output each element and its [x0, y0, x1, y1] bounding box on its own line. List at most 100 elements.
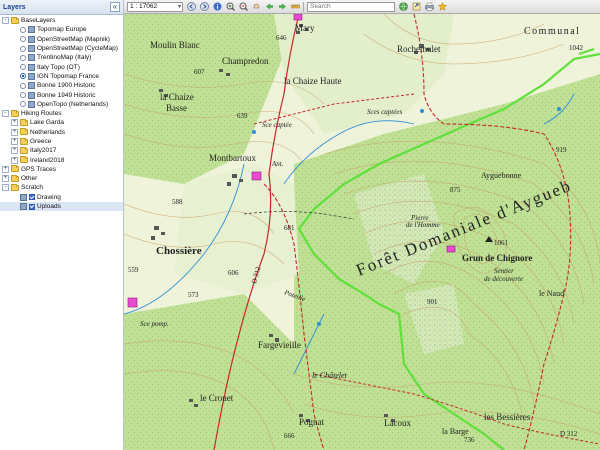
- poi-marker-north[interactable]: [293, 14, 303, 21]
- search-input[interactable]: [307, 1, 395, 12]
- bookmark-star-icon[interactable]: [437, 2, 447, 12]
- map-layer-icon: [28, 82, 35, 90]
- layer-tree-row[interactable]: Topomap Europe: [0, 25, 123, 34]
- layer-radio[interactable]: [20, 36, 26, 43]
- pan-icon[interactable]: [251, 2, 261, 12]
- layer-label: GPS Traces: [21, 165, 57, 173]
- layer-radio[interactable]: [20, 82, 26, 89]
- layer-tree: - BaseLayers Topomap Europe OpenStreetMap (…: [0, 15, 123, 212]
- spot-height: 607: [194, 68, 205, 76]
- label-moulin-blanc: Moulin Blanc: [150, 40, 200, 50]
- panel-title: Layers: [3, 3, 26, 11]
- layer-radio[interactable]: [20, 73, 26, 80]
- export-icon[interactable]: [411, 2, 421, 12]
- folder-icon: [11, 109, 19, 117]
- expand-toggle-icon[interactable]: +: [11, 119, 18, 127]
- layer-tree-row[interactable]: OpenTopo (Netherlands): [0, 100, 123, 109]
- layer-tree-row[interactable]: Drawing: [0, 193, 123, 202]
- layer-tree-row[interactable]: + Italy2017: [0, 146, 123, 155]
- layer-tree-row[interactable]: - BaseLayers: [0, 16, 123, 25]
- print-icon[interactable]: [424, 2, 434, 12]
- expand-toggle-icon[interactable]: +: [11, 147, 18, 155]
- layer-tree-row[interactable]: TrentinoMap (Italy): [0, 53, 123, 62]
- layer-tree-row[interactable]: + Lake Garda: [0, 118, 123, 127]
- vector-layer-icon: [20, 193, 27, 201]
- topo-map[interactable]: Mary Rochemulet Communal Moulin Blanc Ch…: [124, 14, 600, 450]
- map-canvas[interactable]: Mary Rochemulet Communal Moulin Blanc Ch…: [124, 14, 600, 450]
- forward-icon[interactable]: [277, 2, 287, 12]
- layer-radio[interactable]: [20, 26, 26, 33]
- spot-height: 606: [228, 269, 239, 277]
- scale-select[interactable]: 1 : 17062: [127, 1, 183, 12]
- layer-checkbox[interactable]: [29, 203, 35, 210]
- layer-label: BaseLayers: [21, 17, 56, 25]
- layer-tree-row[interactable]: Uploads: [0, 201, 123, 212]
- folder-icon: [20, 146, 28, 154]
- zoom-in-icon[interactable]: [225, 2, 235, 12]
- label-montbartoux: Montbartoux: [209, 153, 256, 163]
- collapse-toggle-icon[interactable]: -: [2, 110, 9, 118]
- label-communal: Communal: [524, 26, 580, 37]
- prev-icon[interactable]: [186, 2, 196, 12]
- layer-label: Italy Topo (OT): [37, 63, 80, 71]
- layer-label: Greece: [30, 138, 52, 145]
- layer-radio[interactable]: [20, 64, 26, 71]
- spot-height: 646: [276, 34, 287, 42]
- spot-height: 1042: [569, 44, 584, 52]
- layer-radio[interactable]: [20, 101, 26, 108]
- info-icon[interactable]: [212, 2, 222, 12]
- spring-marker: [420, 109, 424, 113]
- folder-icon: [11, 174, 19, 182]
- layer-tree-row[interactable]: OpenStreetMap (CycleMap): [0, 44, 123, 53]
- layer-label: OpenStreetMap (Mapnik): [37, 35, 110, 43]
- poi-marker-montbartoux[interactable]: [251, 171, 262, 181]
- label-chossiere: Chossière: [156, 245, 202, 257]
- ruler-icon[interactable]: [290, 2, 300, 12]
- collapse-panel-button[interactable]: «: [110, 2, 120, 12]
- layer-label: IGN Topomap France: [37, 72, 100, 80]
- layer-tree-row[interactable]: Bonne 1900 Historic: [0, 81, 123, 90]
- layer-tree-row[interactable]: IGN Topomap France: [0, 72, 123, 81]
- expand-toggle-icon[interactable]: +: [2, 175, 9, 183]
- expand-toggle-icon[interactable]: +: [11, 128, 18, 136]
- layer-radio[interactable]: [20, 45, 26, 52]
- label-basse: Basse: [166, 103, 187, 113]
- layer-label: Ireland2018: [30, 156, 65, 164]
- spot-height: 875: [450, 186, 461, 194]
- layer-tree-row[interactable]: + Netherlands: [0, 128, 123, 137]
- layer-radio[interactable]: [20, 92, 26, 99]
- spot-height: 736: [464, 436, 475, 444]
- layer-tree-row[interactable]: + Other: [0, 174, 123, 183]
- expand-toggle-icon[interactable]: +: [11, 138, 18, 145]
- next-icon[interactable]: [199, 2, 209, 12]
- layer-tree-row[interactable]: Italy Topo (OT): [0, 62, 123, 71]
- layer-tree-row[interactable]: + Ireland2018: [0, 155, 123, 164]
- layer-tree-row[interactable]: - Scratch: [0, 183, 123, 192]
- layer-tree-row[interactable]: + GPS Traces: [0, 165, 123, 174]
- spot-height: 573: [188, 291, 199, 299]
- layer-tree-row[interactable]: + Greece: [0, 137, 123, 146]
- collapse-toggle-icon[interactable]: -: [2, 184, 9, 192]
- poi-marker-grun[interactable]: [446, 245, 456, 253]
- label-le-crouet: le Crouet: [200, 393, 234, 403]
- spring-marker: [557, 107, 561, 111]
- zoom-out-icon[interactable]: [238, 2, 248, 12]
- layer-tree-row[interactable]: Bonne 1949 Historic: [0, 90, 123, 99]
- expand-toggle-icon[interactable]: +: [11, 156, 18, 164]
- collapse-toggle-icon[interactable]: -: [2, 17, 9, 25]
- layer-tree-row[interactable]: - Hiking Routes: [0, 109, 123, 118]
- globe-icon[interactable]: [398, 2, 408, 12]
- layer-label: OpenTopo (Netherlands): [37, 100, 109, 108]
- poi-marker-west[interactable]: [127, 297, 138, 308]
- layer-label: Lake Garda: [30, 119, 64, 127]
- layer-checkbox[interactable]: [29, 194, 35, 201]
- expand-toggle-icon[interactable]: +: [2, 165, 9, 173]
- label-sentier: Sentier: [494, 267, 514, 275]
- back-icon[interactable]: [264, 2, 274, 12]
- label-sces-captees: Sces captées: [367, 108, 402, 116]
- layer-radio[interactable]: [20, 54, 26, 61]
- layer-label: Drawing: [37, 193, 61, 201]
- layer-tree-row[interactable]: OpenStreetMap (Mapnik): [0, 35, 123, 44]
- folder-icon: [20, 156, 28, 164]
- map-layer-icon: [28, 72, 35, 80]
